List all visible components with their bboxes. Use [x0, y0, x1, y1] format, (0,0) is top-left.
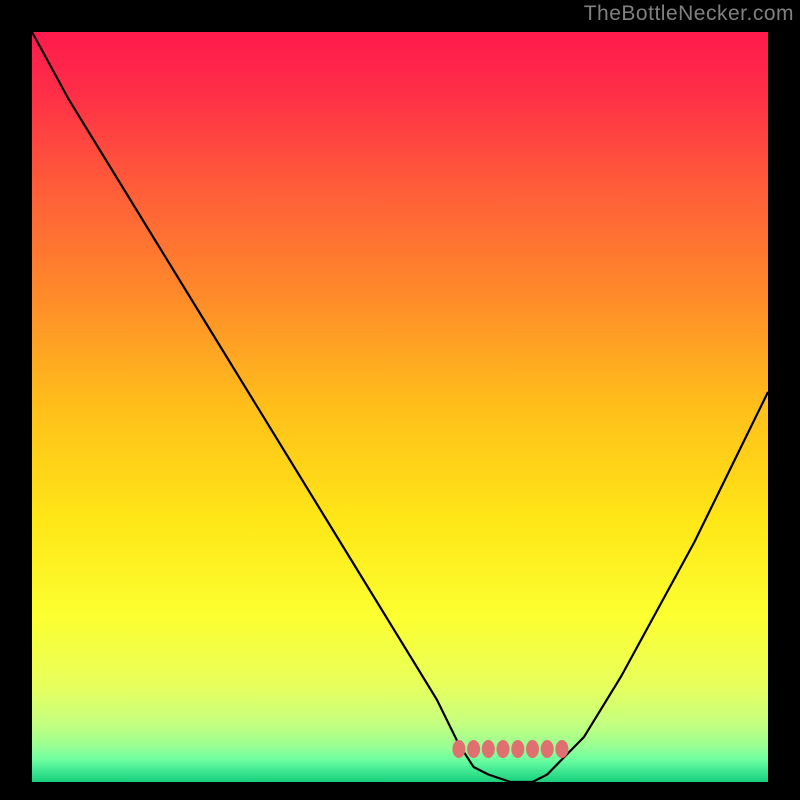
watermark-text: TheBottleNecker.com: [584, 2, 794, 26]
marker-dot: [452, 740, 465, 758]
bottleneck-chart: [32, 32, 768, 782]
marker-dot: [511, 740, 524, 758]
marker-dot: [555, 740, 568, 758]
marker-dot: [482, 740, 495, 758]
chart-background: [32, 32, 768, 782]
marker-dot: [526, 740, 539, 758]
marker-dot: [541, 740, 554, 758]
marker-dot: [467, 740, 480, 758]
marker-dot: [497, 740, 510, 758]
